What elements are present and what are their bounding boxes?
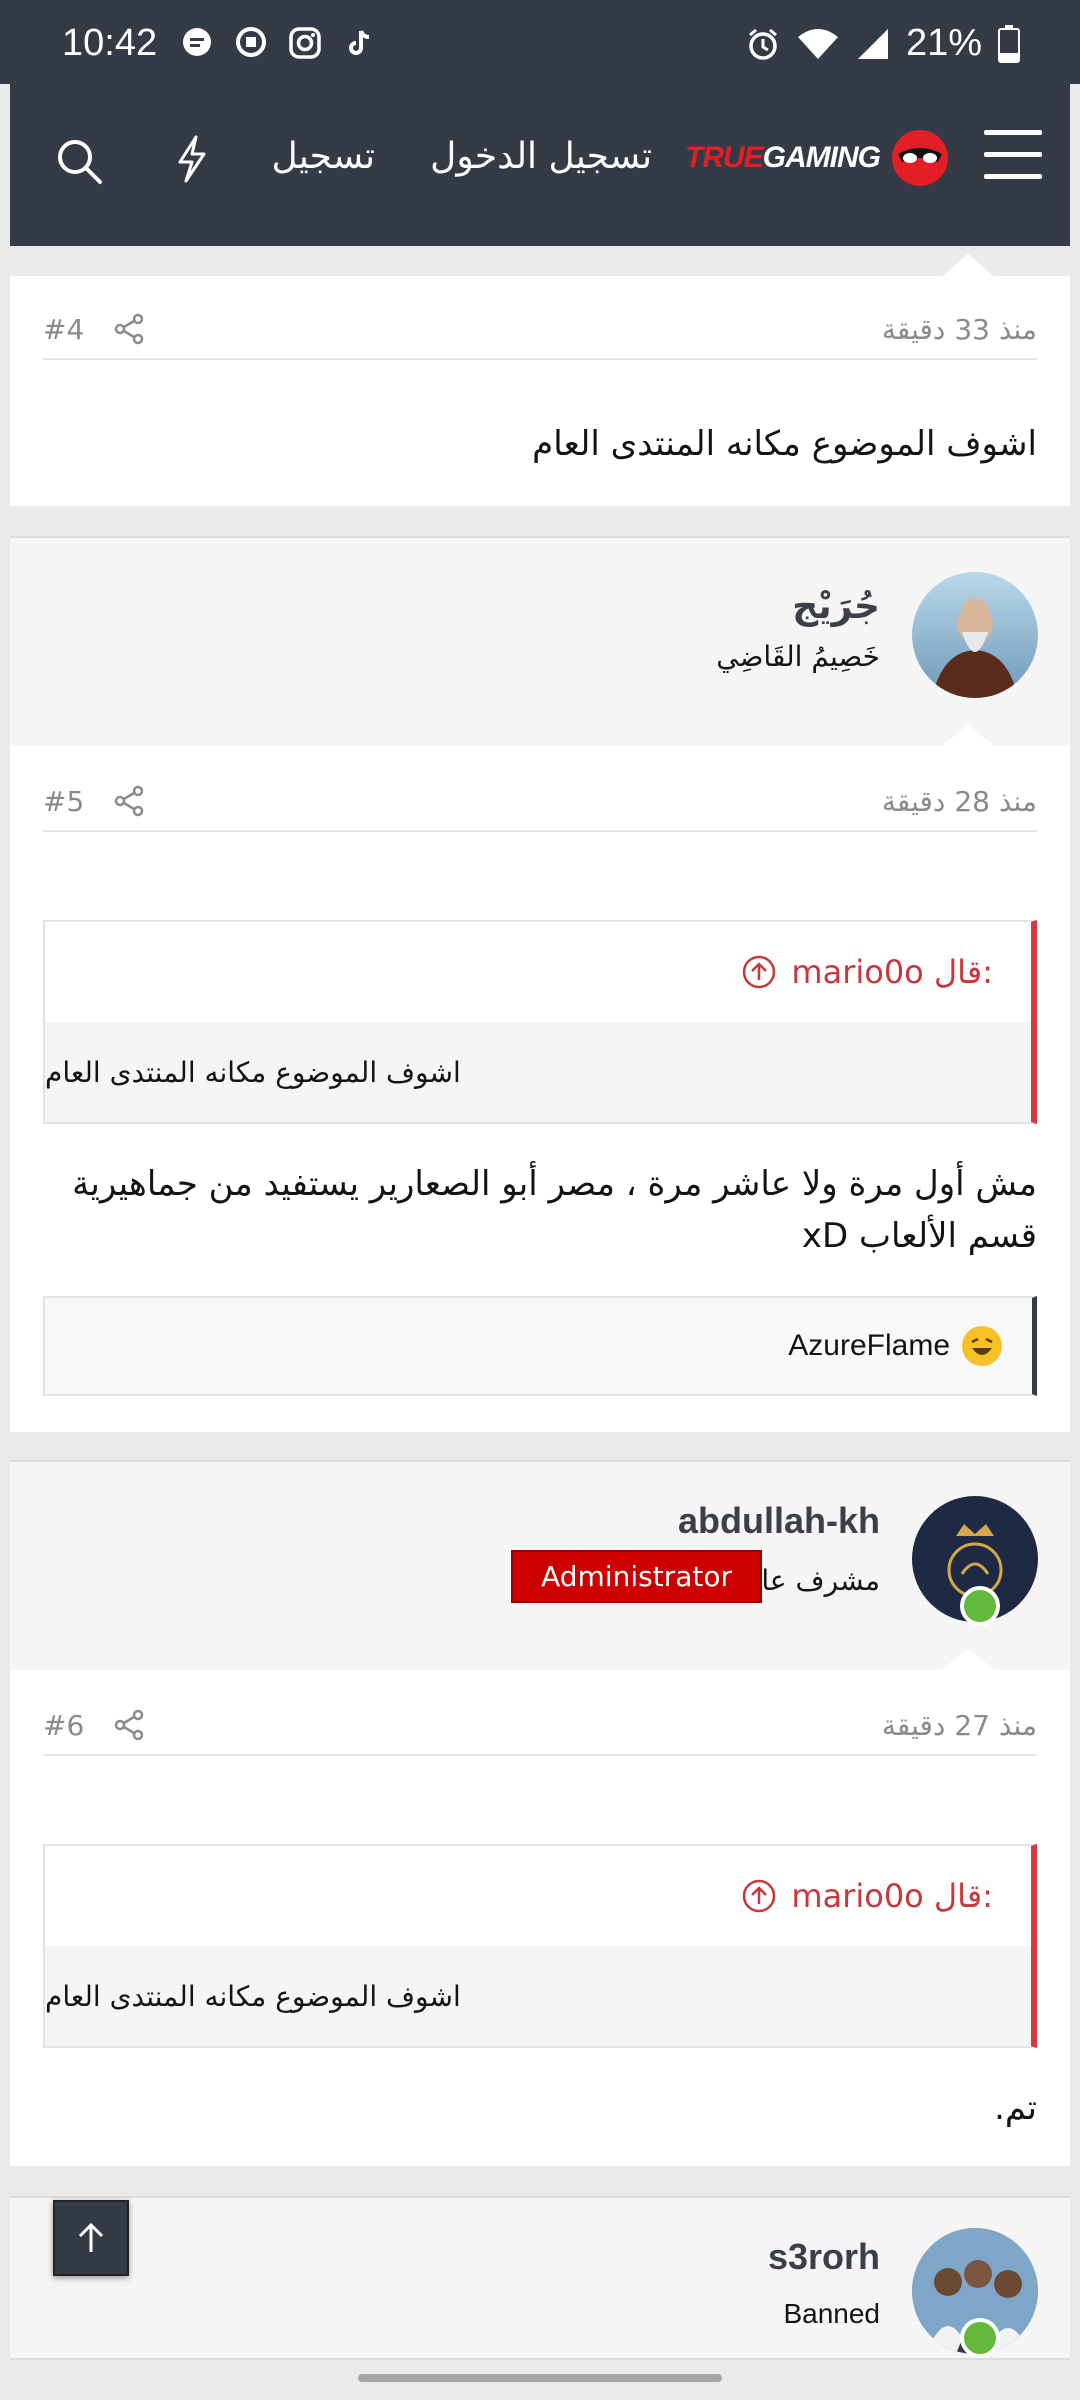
search-icon[interactable] xyxy=(54,136,104,186)
arrow-up-icon xyxy=(78,2222,104,2252)
user-card: s3rorh Banned xyxy=(10,2196,1070,2360)
user-title: Banned xyxy=(783,2298,880,2329)
post-pointer xyxy=(942,1648,994,1670)
share-icon[interactable] xyxy=(112,784,146,818)
username[interactable]: s3rorh xyxy=(768,2236,880,2278)
quote-block: mario0o قال: اشوف الموضوع مكانه المنتدى … xyxy=(43,920,1037,1124)
quote-header[interactable]: mario0o قال: xyxy=(45,922,1031,1022)
chat-icon xyxy=(236,27,266,57)
status-bar: 10:42 21% xyxy=(0,0,1080,84)
post-number[interactable]: #6 xyxy=(43,1709,84,1742)
online-status-icon xyxy=(960,2318,1000,2358)
post-meta: #4 منذ 33 دقيقة xyxy=(43,300,1037,360)
post-date: منذ 33 دقيقة xyxy=(881,312,1037,346)
battery-icon xyxy=(998,24,1020,63)
username[interactable]: abdullah-kh xyxy=(678,1500,880,1542)
post-body: تم. xyxy=(994,2088,1037,2128)
quote-author[interactable]: mario0o قال: xyxy=(791,953,993,991)
user-card: abdullah-kh مشرف عام Administrator xyxy=(10,1460,1070,1672)
logo-wordmark: TRUEGAMING xyxy=(685,141,881,174)
post-6: #6 منذ 27 دقيقة mario0o قال: اشوف الموضو… xyxy=(10,1670,1070,2166)
notification-icons xyxy=(180,26,376,60)
scroll-to-top-button[interactable] xyxy=(53,2200,129,2276)
reaction-user[interactable]: AzureFlame xyxy=(788,1329,950,1363)
login-link[interactable]: تسجيل الدخول xyxy=(430,136,652,177)
quote-text: اشوف الموضوع مكانه المنتدى العام xyxy=(45,1946,1031,2046)
user-title: مشرف عام xyxy=(744,1564,880,1597)
username[interactable]: جُرَيْج xyxy=(792,586,880,627)
logo-mask-icon xyxy=(892,130,948,186)
post-pointer xyxy=(942,254,994,276)
lightning-icon[interactable] xyxy=(172,134,212,184)
post-4: #4 منذ 33 دقيقة اشوف الموضوع مكانه المنت… xyxy=(10,276,1070,506)
post-number[interactable]: #5 xyxy=(43,785,84,818)
message-bubble-icon xyxy=(183,28,211,56)
admin-badge: Administrator xyxy=(511,1550,762,1603)
instagram-icon xyxy=(289,27,321,59)
signal-icon xyxy=(857,28,888,59)
home-indicator[interactable] xyxy=(358,2374,722,2382)
user-title: خَصِيمُ القَاضِي xyxy=(716,640,880,673)
post-date: منذ 27 دقيقة xyxy=(881,1708,1037,1742)
post-5: #5 منذ 28 دقيقة mario0o قال: اشوف الموضو… xyxy=(10,746,1070,1432)
quote-text: اشوف الموضوع مكانه المنتدى العام xyxy=(45,1022,1031,1122)
arrow-up-circle-icon[interactable] xyxy=(741,954,777,990)
online-status-icon xyxy=(960,1586,1000,1626)
post-body: مش أول مرة ولا عاشر مرة ، مصر أبو الصعار… xyxy=(72,1164,1037,1256)
menu-icon[interactable] xyxy=(984,130,1042,180)
user-card: جُرَيْج خَصِيمُ القَاضِي xyxy=(10,536,1070,748)
share-icon[interactable] xyxy=(112,312,146,346)
reactions-bar[interactable]: AzureFlame xyxy=(43,1296,1037,1396)
arrow-up-circle-icon[interactable] xyxy=(741,1878,777,1914)
quote-header[interactable]: mario0o قال: xyxy=(45,1846,1031,1946)
post-date: منذ 28 دقيقة xyxy=(881,784,1037,818)
alarm-icon xyxy=(748,28,777,60)
quote-block: mario0o قال: اشوف الموضوع مكانه المنتدى … xyxy=(43,1844,1037,2048)
avatar[interactable] xyxy=(912,572,1038,698)
laughing-emoji-icon xyxy=(962,1326,1002,1366)
post-body: اشوف الموضوع مكانه المنتدى العام xyxy=(532,424,1037,464)
tiktok-icon xyxy=(349,30,370,55)
battery-percent: 21% xyxy=(905,22,982,64)
site-header: TRUEGAMING تسجيل الدخول تسجيل xyxy=(10,80,1070,246)
post-number[interactable]: #4 xyxy=(43,313,84,346)
wifi-icon xyxy=(797,28,838,59)
post-pointer xyxy=(942,724,994,746)
system-icons: 21% xyxy=(746,22,1020,65)
register-link[interactable]: تسجيل xyxy=(272,136,376,177)
site-logo[interactable]: TRUEGAMING xyxy=(685,128,950,188)
post-meta: #5 منذ 28 دقيقة xyxy=(43,772,1037,832)
quote-author[interactable]: mario0o قال: xyxy=(791,1877,993,1915)
status-time: 10:42 xyxy=(62,22,158,64)
share-icon[interactable] xyxy=(112,1708,146,1742)
post-meta: #6 منذ 27 دقيقة xyxy=(43,1696,1037,1756)
